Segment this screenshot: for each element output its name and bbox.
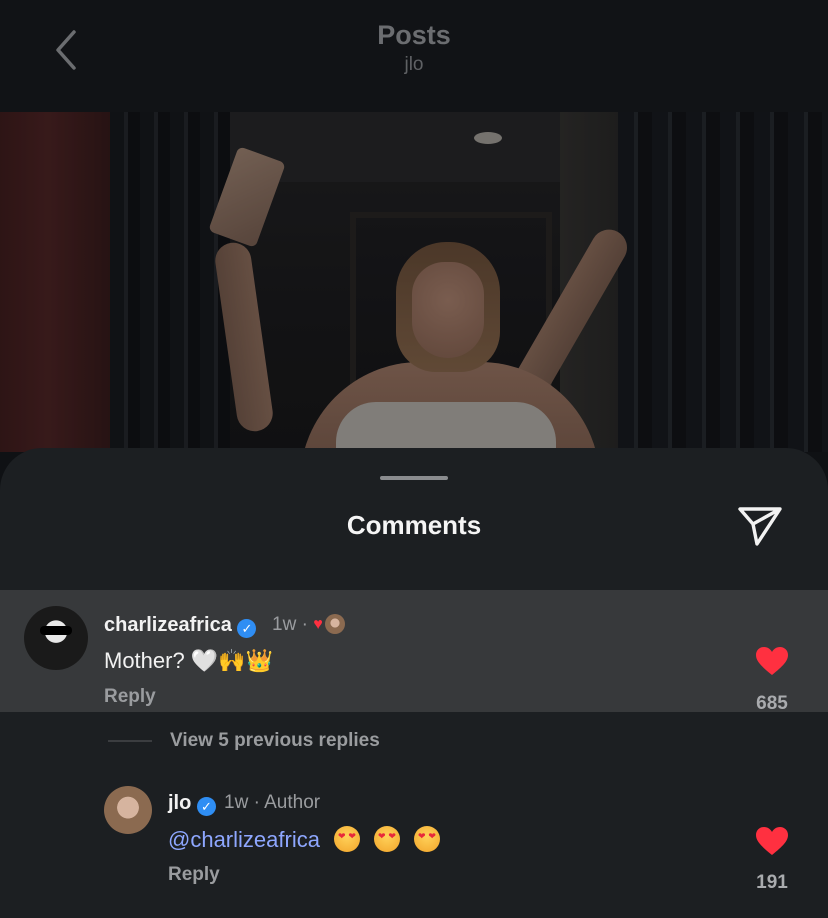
author-avatar-mini bbox=[324, 614, 345, 634]
verified-icon: ✓ bbox=[196, 797, 216, 816]
heart-eyes-emoji-icon bbox=[373, 826, 400, 852]
reply-username[interactable]: jlo ✓ bbox=[168, 792, 216, 816]
sheet-grabber[interactable] bbox=[380, 476, 448, 480]
heart-eyes-emoji-icon bbox=[333, 826, 360, 852]
thread-line bbox=[108, 740, 152, 742]
avatar[interactable] bbox=[104, 786, 152, 834]
comment-meta: 1w · ♥ bbox=[272, 614, 345, 636]
reply-button[interactable]: Reply bbox=[168, 864, 220, 886]
avatar[interactable] bbox=[24, 606, 88, 670]
author-badge: · Author bbox=[253, 792, 321, 813]
post-image[interactable] bbox=[0, 112, 828, 452]
reply-meta: 1w · Author bbox=[224, 792, 320, 814]
username-text: charlizeafrica bbox=[104, 614, 232, 636]
author-liked-heart-icon: ♥ bbox=[313, 616, 323, 633]
reply-text: @charlizeafrica bbox=[168, 826, 440, 853]
comment-row: charlizeafrica ✓ 1w · ♥ Mother? 🤍🙌👑 Repl… bbox=[0, 590, 828, 714]
comment-time: 1w bbox=[272, 614, 297, 635]
heart-eyes-emoji-icon bbox=[413, 826, 440, 852]
page-title: Posts bbox=[377, 20, 451, 50]
mention-link[interactable]: @charlizeafrica bbox=[168, 827, 320, 852]
comment-text: Mother? 🤍🙌👑 bbox=[104, 648, 273, 673]
heart-filled-icon[interactable] bbox=[755, 826, 789, 856]
share-button[interactable] bbox=[736, 502, 784, 550]
username-text: jlo bbox=[168, 792, 192, 814]
reply-button[interactable]: Reply bbox=[104, 686, 156, 708]
meta-separator: · bbox=[301, 614, 308, 635]
paper-plane-icon bbox=[738, 507, 782, 546]
top-nav-bar: Posts jlo bbox=[0, 0, 828, 112]
comments-sheet: Comments charlizeafrica ✓ 1w · ♥ Mother?… bbox=[0, 448, 828, 918]
reply-time: 1w bbox=[224, 792, 249, 813]
like-count: 191 bbox=[756, 872, 788, 893]
heart-filled-icon[interactable] bbox=[755, 646, 789, 676]
comments-title: Comments bbox=[346, 510, 482, 540]
page-subtitle: jlo bbox=[404, 54, 424, 75]
verified-icon: ✓ bbox=[237, 619, 257, 638]
view-previous-replies[interactable]: View 5 previous replies bbox=[170, 730, 380, 752]
like-count: 685 bbox=[756, 693, 788, 714]
comment-username[interactable]: charlizeafrica ✓ bbox=[104, 614, 257, 638]
